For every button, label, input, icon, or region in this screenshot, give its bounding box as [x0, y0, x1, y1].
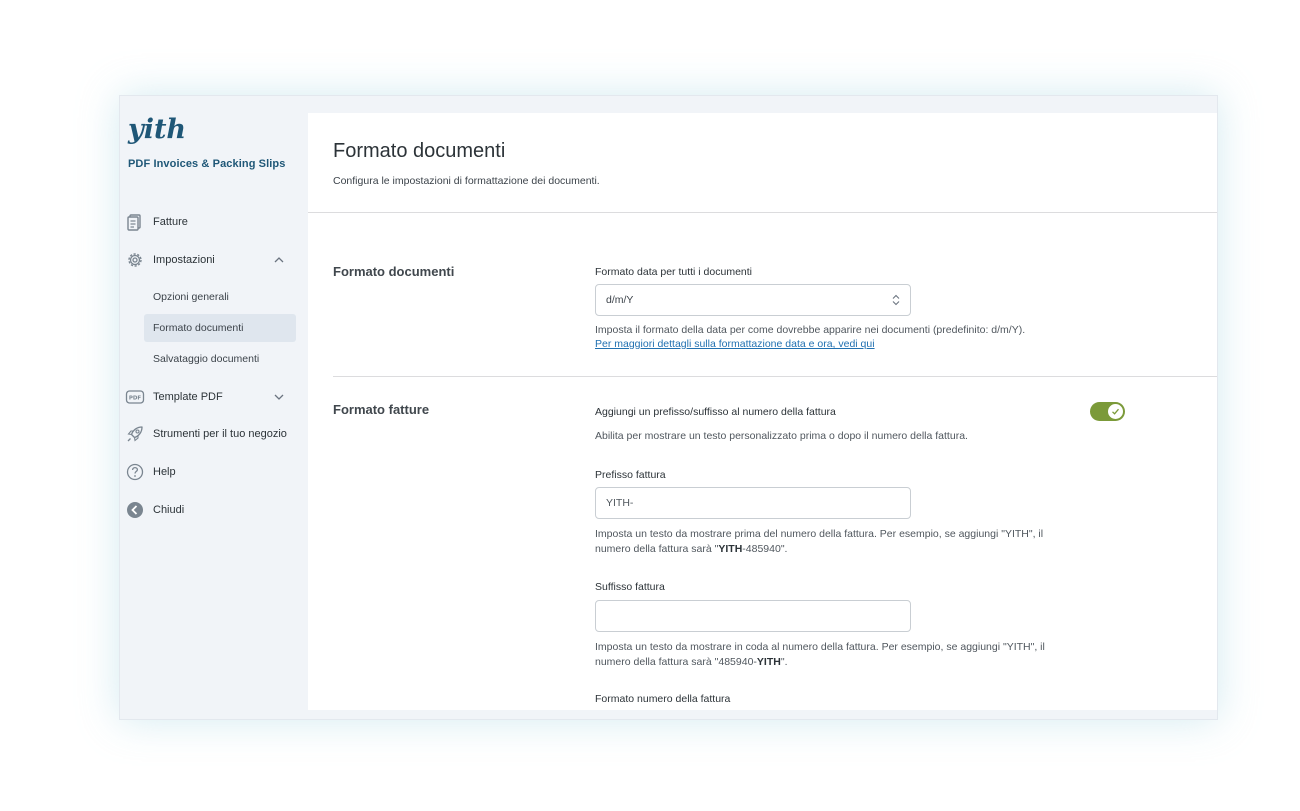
page-title: Formato documenti	[333, 140, 506, 162]
back-arrow-icon	[127, 502, 143, 518]
sidebar-item-template-pdf[interactable]: PDF Template PDF	[120, 384, 307, 410]
gear-icon	[128, 253, 142, 267]
section-title-formato-fatture: Formato fatture	[333, 402, 430, 417]
pdf-icon: PDF	[125, 390, 145, 404]
prefix-input-value: YITH-	[606, 497, 634, 509]
sidebar-item-label: Help	[153, 466, 176, 478]
sidebar-subitem-salvataggio-documenti[interactable]: Salvataggio documenti	[144, 345, 296, 373]
sidebar-subitem-label: Formato documenti	[153, 322, 244, 334]
svg-text:PDF: PDF	[129, 396, 142, 402]
sidebar-item-label: Impostazioni	[153, 254, 215, 266]
suffix-desc-text: Imposta un testo da mostrare in coda al …	[595, 641, 1045, 668]
sidebar-subitem-label: Opzioni generali	[153, 291, 229, 303]
section-title-formato-documenti: Formato documenti	[333, 264, 455, 279]
checkmark-icon	[1112, 408, 1119, 415]
suffix-input[interactable]	[595, 600, 911, 632]
prefix-desc-bold: YITH	[718, 542, 743, 555]
svg-text:yith: yith	[127, 114, 186, 145]
sidebar-item-impostazioni[interactable]: Impostazioni	[120, 247, 307, 273]
divider	[333, 376, 1217, 377]
sidebar-item-help[interactable]: Help	[120, 459, 307, 485]
prefix-description: Imposta un testo da mostrare prima del n…	[595, 527, 1055, 556]
invoice-number-format-label: Formato numero della fattura	[595, 693, 731, 705]
suffix-label: Suffisso fattura	[595, 581, 665, 593]
select-arrows-icon	[892, 294, 900, 306]
prefix-desc-text: Imposta un testo da mostrare prima del n…	[595, 528, 1044, 555]
sidebar-item-label: Template PDF	[153, 391, 223, 403]
sidebar-item-strumenti[interactable]: Strumenti per il tuo negozio	[120, 421, 307, 447]
rocket-icon	[127, 426, 143, 442]
sidebar-item-label: Fatture	[153, 216, 188, 228]
page-description: Configura le impostazioni di formattazio…	[333, 175, 600, 187]
sidebar-subitem-formato-documenti[interactable]: Formato documenti	[144, 314, 296, 342]
chevron-down-icon[interactable]	[272, 390, 286, 404]
prefix-desc-text-end: -485940".	[742, 542, 788, 555]
sidebar-item-chiudi[interactable]: Chiudi	[120, 497, 307, 523]
date-format-value: d/m/Y	[606, 294, 634, 306]
sidebar-item-label: Strumenti per il tuo negozio	[153, 428, 287, 440]
invoice-icon	[127, 214, 141, 231]
date-format-help-link[interactable]: Per maggiori dettagli sulla formattazion…	[595, 338, 875, 350]
date-format-label: Formato data per tutti i documenti	[595, 266, 752, 278]
date-format-description: Imposta il formato della data per come d…	[595, 324, 1026, 336]
help-icon	[126, 463, 144, 481]
prefix-label: Prefisso fattura	[595, 469, 666, 481]
prefix-toggle-label: Aggiungi un prefisso/suffisso al numero …	[595, 406, 836, 418]
chevron-up-icon[interactable]	[272, 253, 286, 267]
sidebar-subitem-opzioni-generali[interactable]: Opzioni generali	[144, 283, 296, 311]
sidebar-subitem-label: Salvataggio documenti	[153, 353, 260, 365]
sidebar: yith PDF Invoices & Packing Slips Fattur…	[120, 96, 307, 719]
date-format-select[interactable]: d/m/Y	[595, 284, 911, 316]
prefix-input[interactable]: YITH-	[595, 487, 911, 519]
toggle-knob	[1108, 404, 1123, 419]
yith-logo: yith	[127, 114, 186, 145]
sidebar-item-fatture[interactable]: Fatture	[120, 209, 307, 235]
suffix-desc-text-end: ".	[780, 655, 788, 668]
suffix-desc-bold: YITH	[756, 655, 781, 668]
suffix-description: Imposta un testo da mostrare in coda al …	[595, 640, 1055, 669]
sidebar-item-label: Chiudi	[153, 504, 185, 516]
prefix-toggle-description: Abilita per mostrare un testo personaliz…	[595, 430, 968, 442]
prefix-suffix-toggle[interactable]	[1090, 402, 1125, 421]
main-panel: Formato documenti Configura le impostazi…	[308, 113, 1217, 710]
app-window: yith PDF Invoices & Packing Slips Fattur…	[119, 95, 1218, 720]
plugin-name: PDF Invoices & Packing Slips	[128, 158, 286, 170]
divider	[308, 212, 1217, 213]
